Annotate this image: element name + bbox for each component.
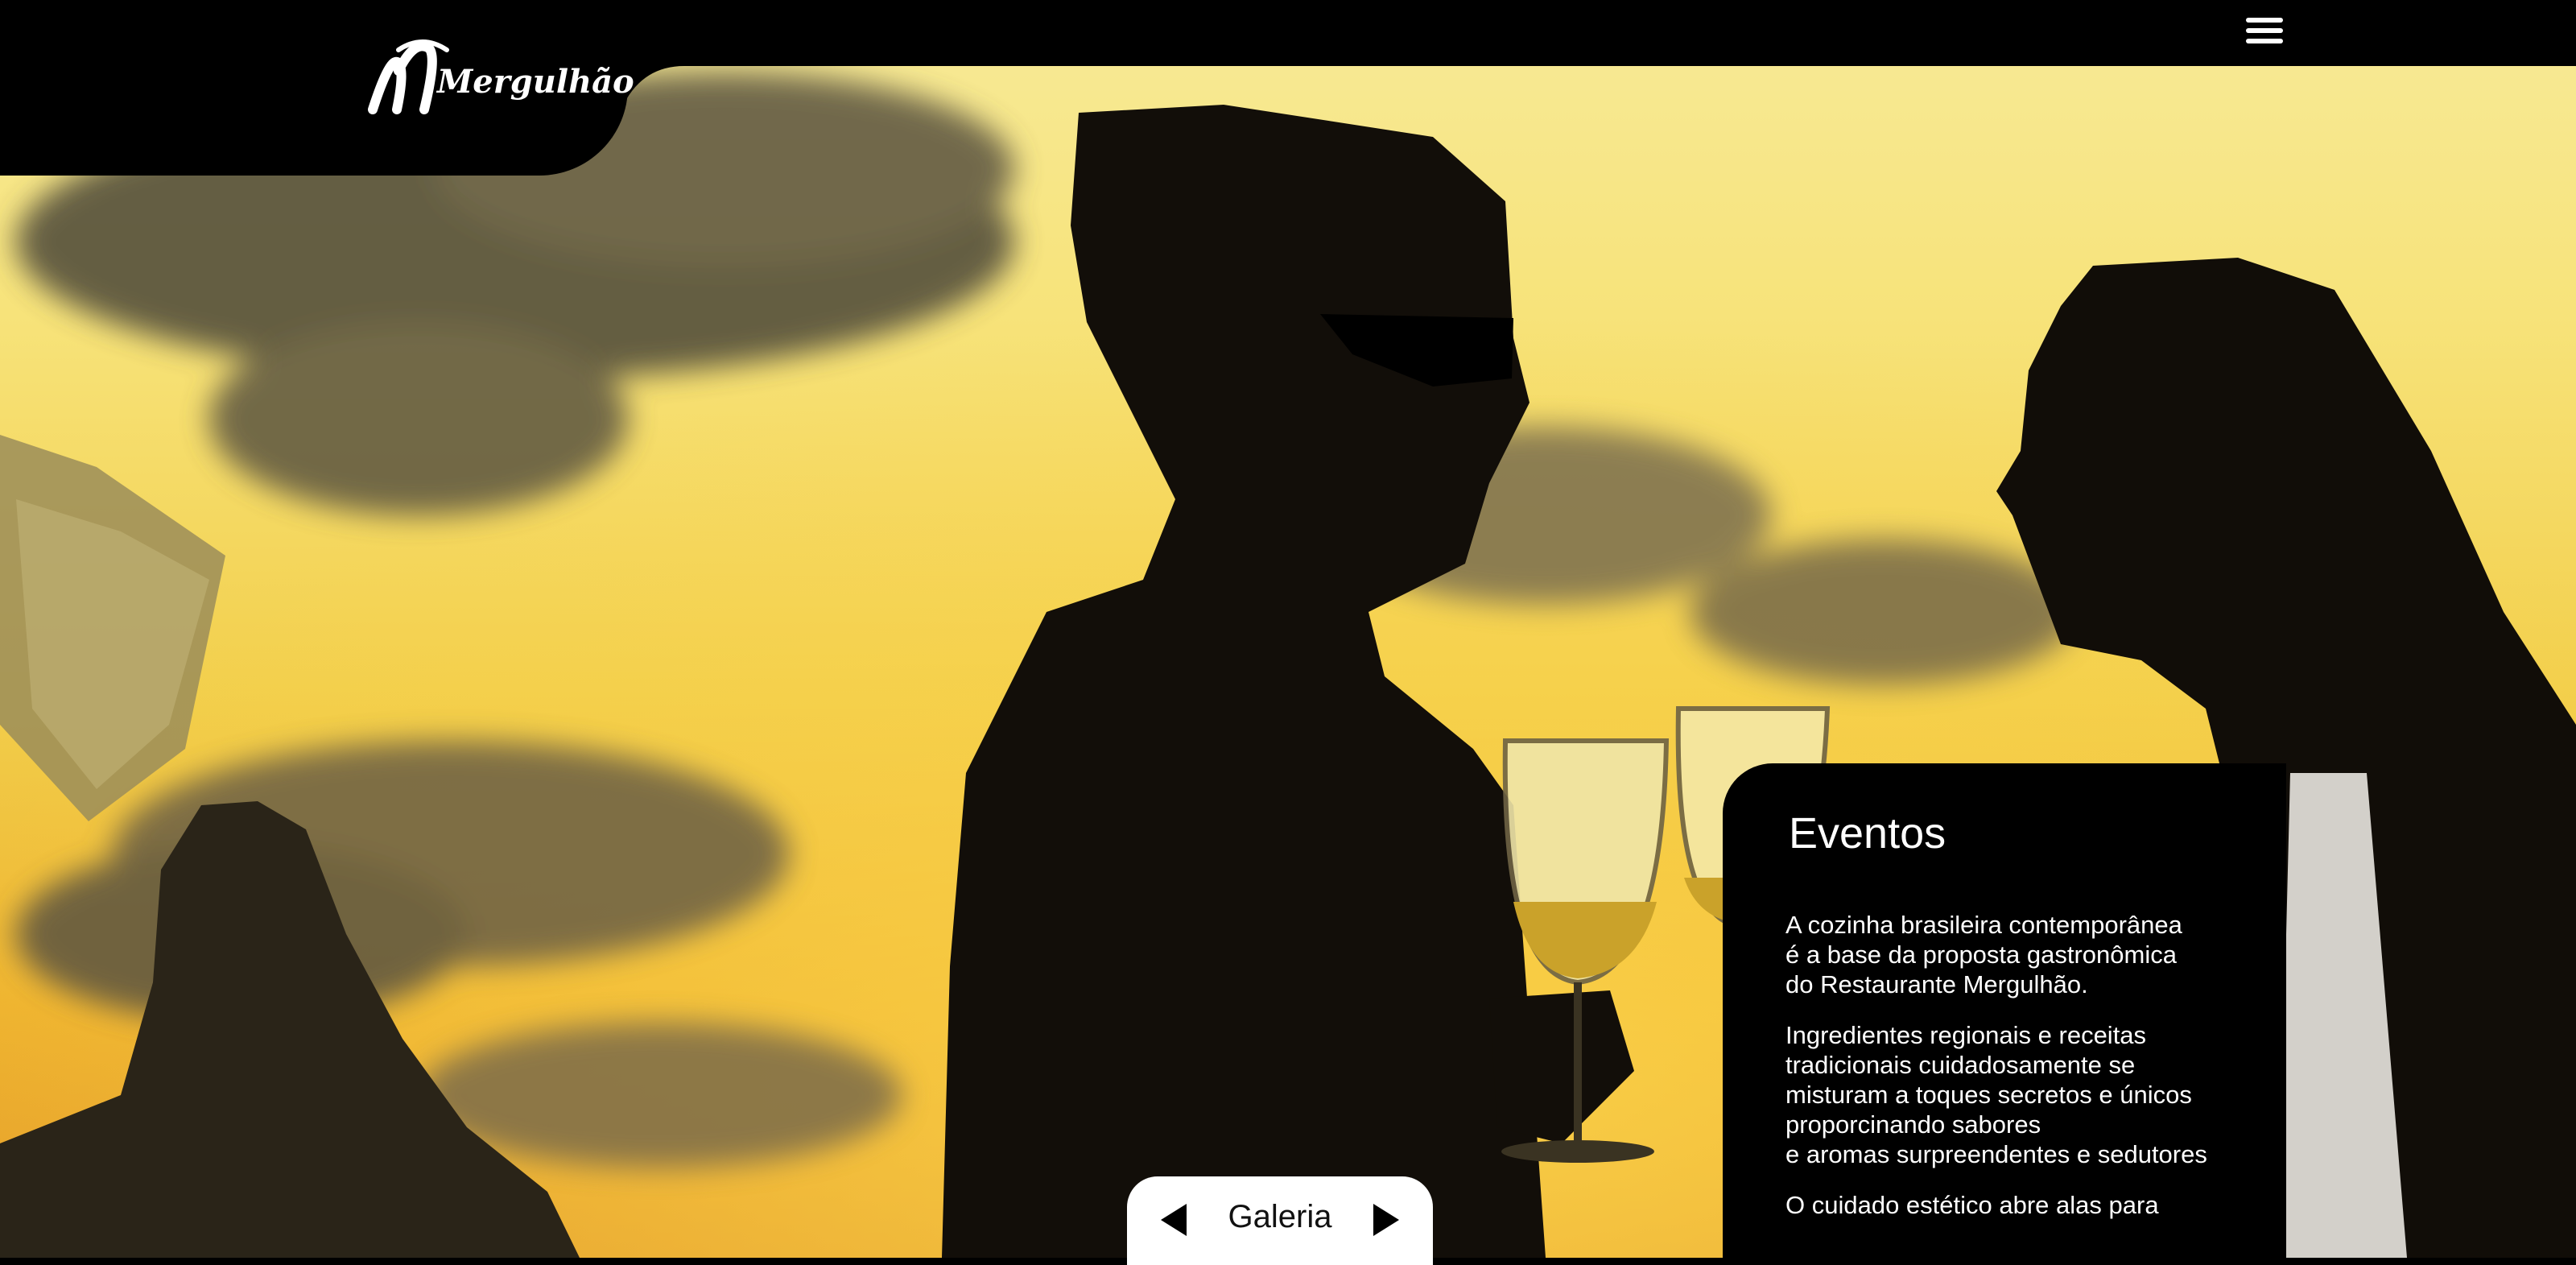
menu-line xyxy=(2246,18,2283,23)
events-paragraph: O cuidado estético abre alas para xyxy=(1785,1191,2159,1219)
brand-logo[interactable]: Mergulhão xyxy=(366,39,634,116)
brand-name: Mergulhão xyxy=(437,63,634,101)
gallery-control: Galeria xyxy=(1127,1176,1433,1265)
menu-line xyxy=(2246,28,2283,33)
events-title: Eventos xyxy=(1789,809,1946,858)
events-card: Eventos A cozinha brasileira contemporân… xyxy=(1723,763,2286,1258)
events-paragraph: A cozinha brasileira contemporânea é a b… xyxy=(1785,911,2182,998)
triangle-right-icon[interactable] xyxy=(1370,1202,1402,1238)
hamburger-menu-icon[interactable] xyxy=(2246,18,2283,50)
menu-line xyxy=(2246,39,2283,43)
events-paragraph: Ingredientes regionais e receitas tradic… xyxy=(1785,1021,2207,1168)
events-description: A cozinha brasileira contemporânea é a b… xyxy=(1785,910,2268,1241)
